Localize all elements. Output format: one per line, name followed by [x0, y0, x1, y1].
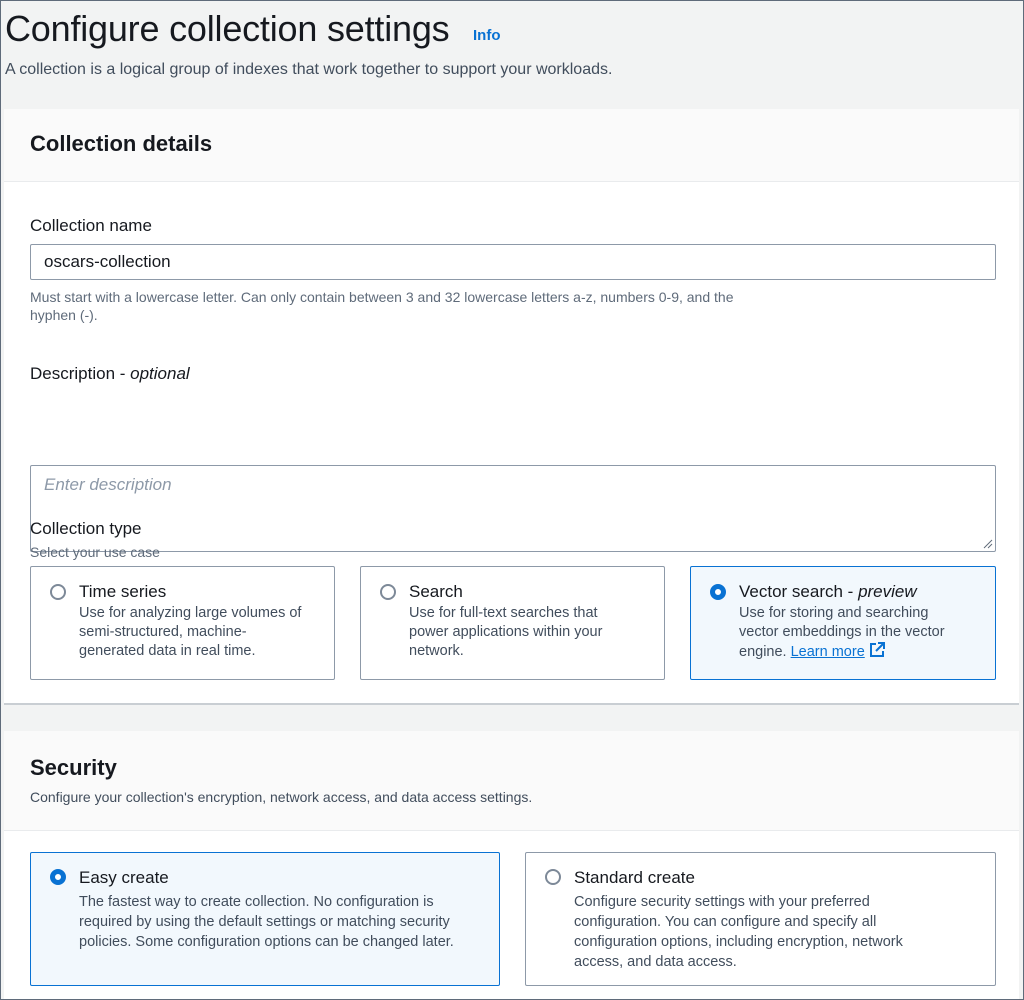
easy-create-desc-line: required by using the default settings o… [79, 914, 450, 930]
security-description: Configure your collection's encryption, … [30, 789, 533, 805]
collection-details-header: Collection details [4, 109, 1019, 182]
standard-create-desc-line: Configure security settings with your pr… [574, 894, 870, 910]
collection-type-hint: Select your use case [30, 544, 160, 560]
external-link-icon[interactable] [869, 642, 885, 658]
standard-create-description: Configure security settings with your pr… [574, 892, 903, 972]
collection-details-title: Collection details [30, 131, 213, 156]
collection-name-input[interactable]: oscars-collection [30, 244, 996, 280]
description-label: Description - optional [30, 364, 190, 384]
search-radio[interactable] [380, 584, 396, 600]
collection-name-label: Collection name [30, 216, 152, 235]
vector-search-title-text: Vector search - [739, 582, 859, 601]
search-desc-line: Use for full-text searches that [409, 605, 598, 621]
search-desc-line: power applications within your [409, 624, 603, 640]
description-optional-text: optional [130, 364, 190, 383]
vector-search-description: Use for storing and searching vector emb… [739, 604, 945, 662]
collection-name-hint-line2: hyphen (-). [30, 307, 98, 323]
standard-create-desc-line: access, and data access. [574, 954, 737, 970]
description-placeholder: Enter description [44, 475, 172, 494]
easy-create-description: The fastest way to create collection. No… [79, 892, 454, 952]
search-title: Search [409, 582, 463, 601]
security-standard-create[interactable]: Standard create Configure security setti… [525, 852, 996, 986]
collection-details-panel: Collection details Collection name oscar… [4, 109, 1019, 705]
vector-search-preview-text: preview [858, 582, 917, 601]
page-description: A collection is a logical group of index… [5, 61, 613, 78]
easy-create-title: Easy create [79, 868, 169, 887]
collection-type-search[interactable]: Search Use for full-text searches that p… [360, 566, 665, 680]
standard-create-desc-line: configuration. You can configure and spe… [574, 914, 877, 930]
time-series-desc-line: generated data in real time. [79, 643, 256, 659]
time-series-desc-line: semi-structured, machine- [79, 624, 247, 640]
security-header: Security Configure your collection's enc… [4, 731, 1019, 831]
page-title: Configure collection settings [5, 8, 450, 49]
collection-name-hint: Must start with a lowercase letter. Can … [30, 288, 733, 324]
security-title: Security [30, 755, 117, 780]
vector-search-radio[interactable] [710, 584, 726, 600]
time-series-radio[interactable] [50, 584, 66, 600]
vector-search-desc-line: Use for storing and searching [739, 605, 929, 621]
time-series-desc-line: Use for analyzing large volumes of [79, 605, 302, 621]
standard-create-title: Standard create [574, 868, 695, 887]
collection-type-label: Collection type [30, 519, 142, 538]
collection-type-vector-search[interactable]: Vector search - preview Use for storing … [690, 566, 996, 680]
collection-type-time-series[interactable]: Time series Use for analyzing large volu… [30, 566, 335, 680]
easy-create-desc-line: The fastest way to create collection. No… [79, 894, 434, 910]
resize-grip-icon[interactable] [983, 539, 993, 549]
security-panel: Security Configure your collection's enc… [4, 731, 1019, 1000]
time-series-description: Use for analyzing large volumes of semi-… [79, 604, 301, 661]
easy-create-radio[interactable] [50, 869, 66, 885]
description-textarea[interactable]: Enter description [30, 465, 996, 552]
search-description: Use for full-text searches that power ap… [409, 604, 602, 661]
collection-name-hint-line1: Must start with a lowercase letter. Can … [30, 289, 734, 305]
description-label-text: Description - [30, 364, 131, 383]
vector-search-desc-text: engine. [739, 644, 791, 660]
learn-more-link[interactable]: Learn more [791, 644, 865, 660]
standard-create-desc-line: configuration options, including encrypt… [574, 934, 903, 950]
security-easy-create[interactable]: Easy create The fastest way to create co… [30, 852, 500, 986]
time-series-title: Time series [79, 582, 167, 601]
vector-search-desc-line: vector embeddings in the vector [739, 624, 945, 640]
info-link[interactable]: Info [473, 27, 501, 44]
easy-create-desc-line: policies. Some configuration options can… [79, 934, 454, 950]
search-desc-line: network. [409, 643, 464, 659]
standard-create-radio[interactable] [545, 869, 561, 885]
vector-search-title: Vector search - preview [739, 582, 917, 602]
vector-search-desc-line-last: engine. Learn more [739, 642, 945, 662]
